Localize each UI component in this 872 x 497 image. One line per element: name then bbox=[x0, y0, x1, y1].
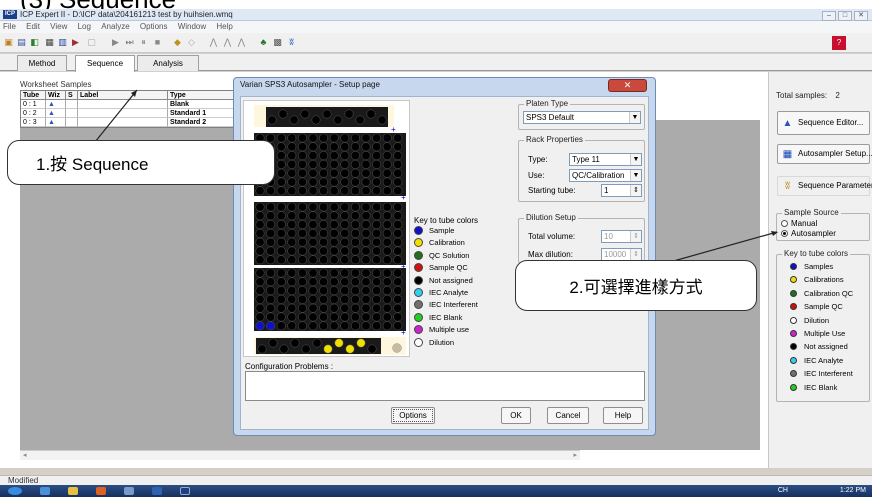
arrowhead-icon bbox=[771, 231, 778, 236]
callout-one: 1.按 Sequence bbox=[7, 140, 275, 185]
callout-arrows bbox=[94, 89, 778, 263]
screenshot: (3) Sequence ICP ICP Expert II - D:\ICP … bbox=[0, 0, 872, 497]
callout-one-arrow bbox=[94, 89, 138, 143]
callout-two: 2.可選擇進樣方式 bbox=[515, 260, 757, 311]
callout-two-arrow bbox=[669, 231, 778, 263]
